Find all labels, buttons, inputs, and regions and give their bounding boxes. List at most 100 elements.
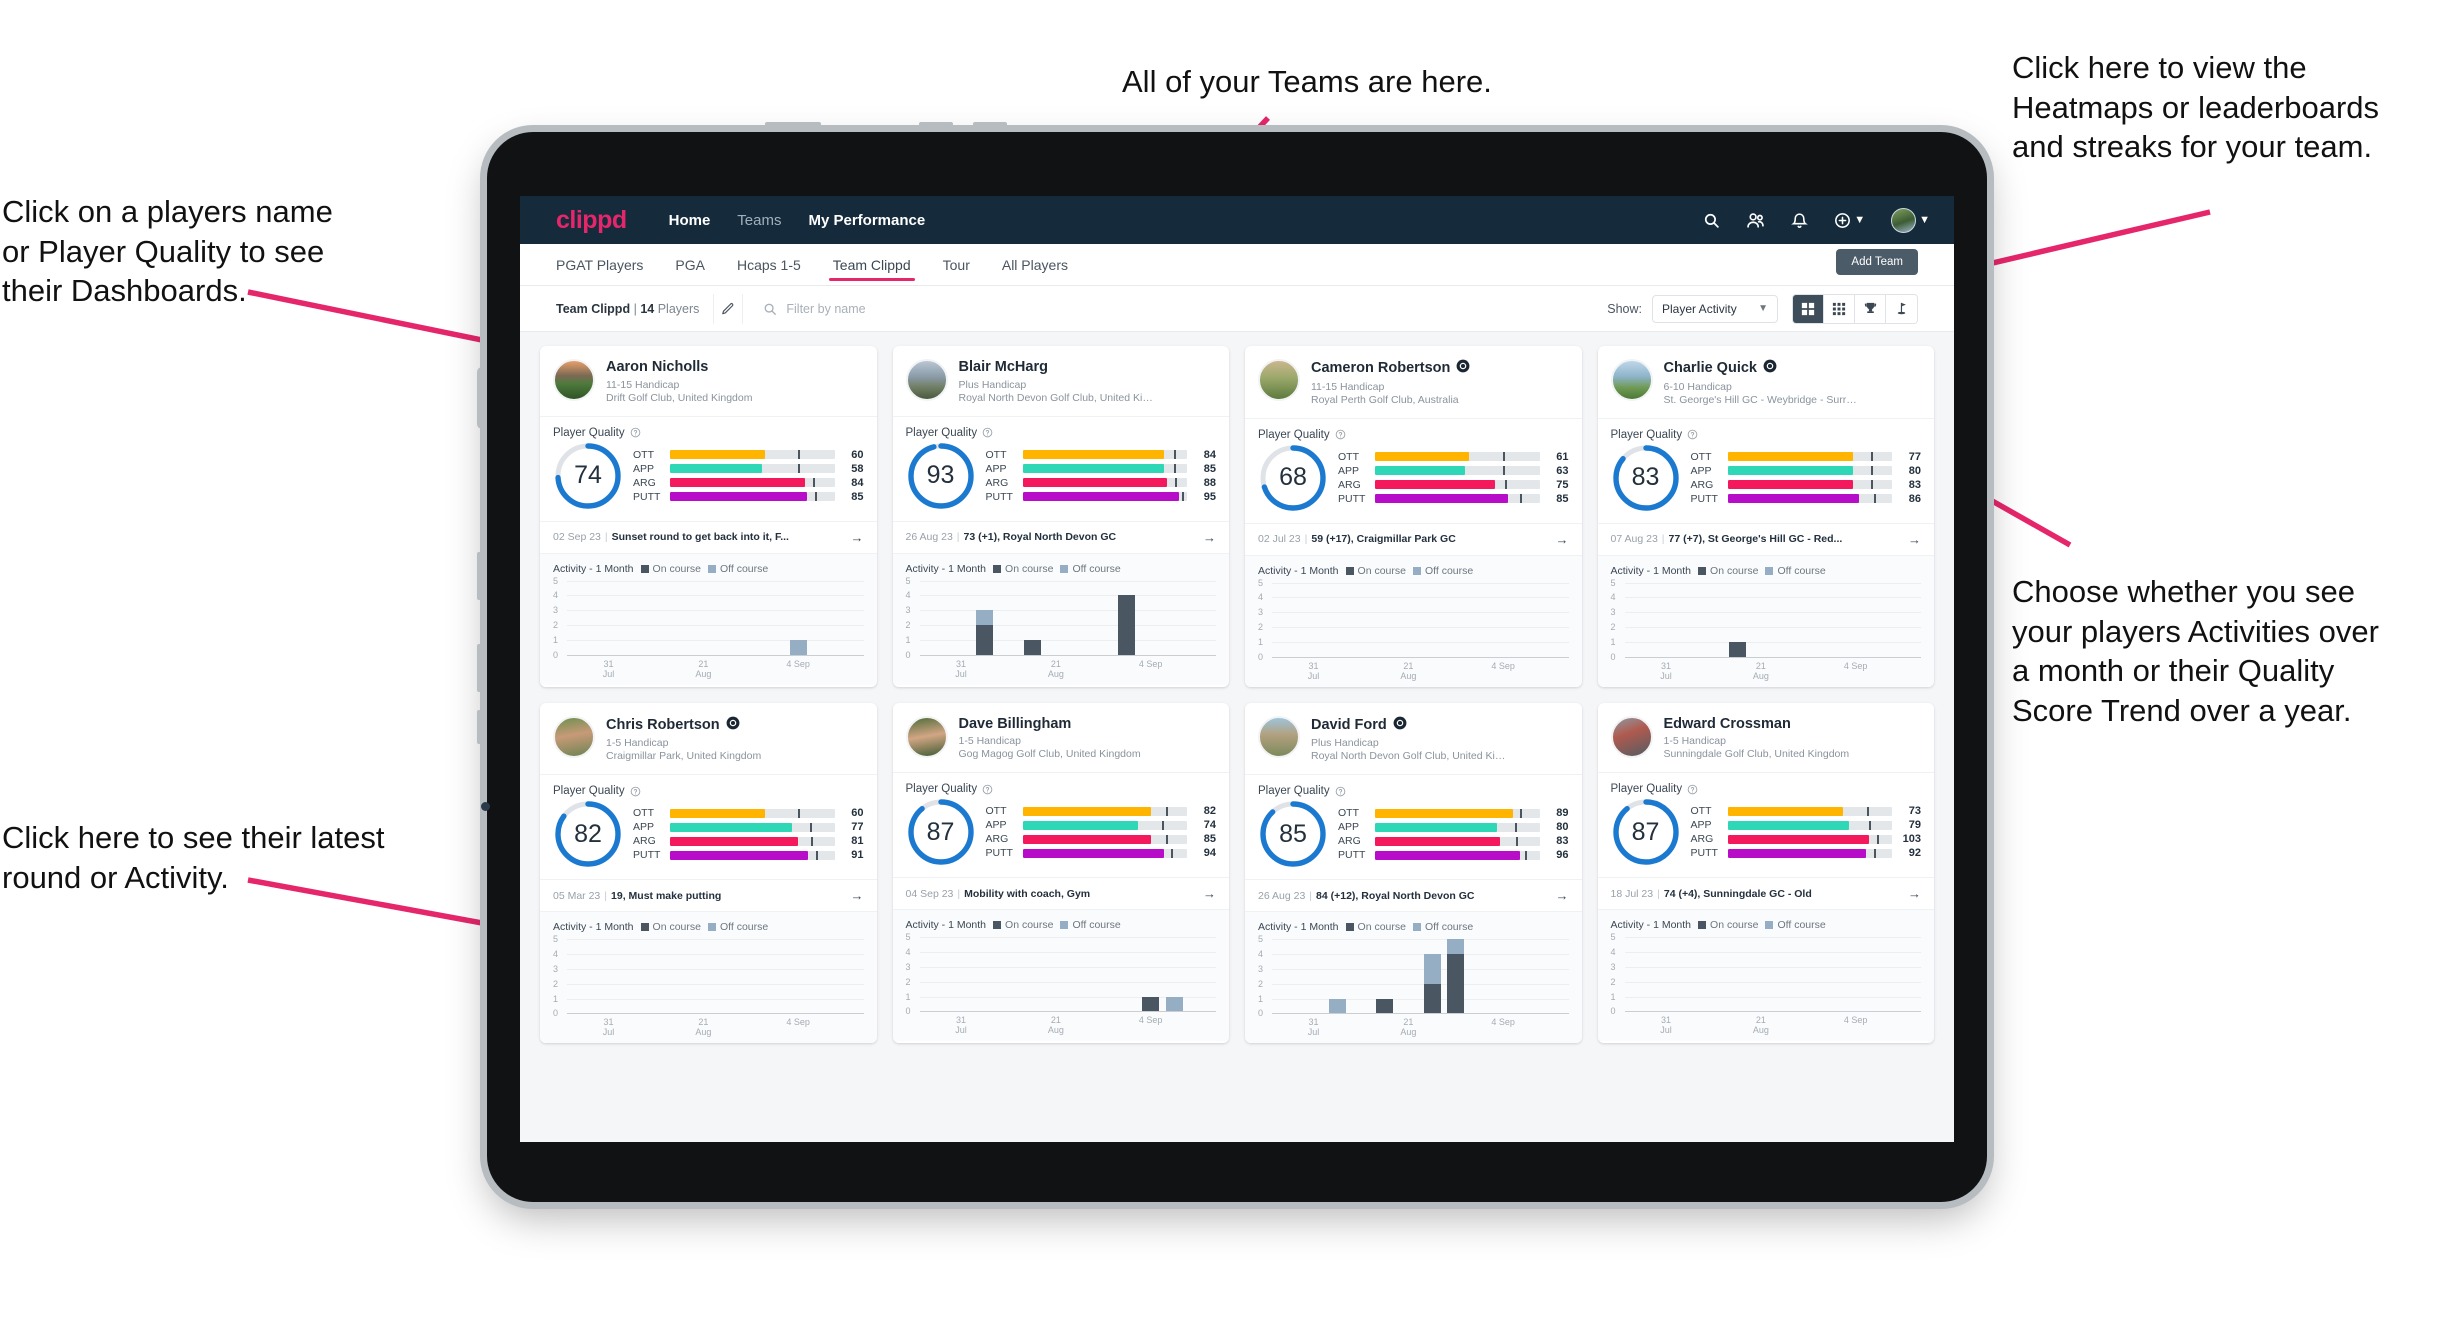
search-icon[interactable] — [1703, 212, 1720, 229]
player-card[interactable]: David Ford Plus Handicap Royal North Devon… — [1245, 702, 1582, 1044]
player-card[interactable]: Chris Robertson 1-5 Handicap Craigmillar P… — [540, 702, 877, 1044]
latest-activity-row[interactable]: 05 Mar 23 | 19, Must make putting → — [540, 879, 877, 912]
avatar-chevron-down-icon[interactable]: ▼ — [1919, 214, 1930, 226]
player-avatar[interactable] — [553, 359, 595, 401]
player-header[interactable]: Charlie Quick 6-10 Handicap St. George's H… — [1598, 346, 1935, 418]
player-name[interactable]: Cameron Robertson — [1311, 359, 1470, 378]
nav-link-teams[interactable]: Teams — [737, 212, 781, 229]
player-avatar[interactable] — [1258, 359, 1300, 401]
player-card[interactable]: Aaron Nicholls 11-15 Handicap Drift Golf C… — [540, 346, 877, 687]
clippd-logo[interactable]: clippd — [556, 206, 627, 235]
people-icon[interactable] — [1746, 211, 1765, 230]
player-quality-section[interactable]: Player Quality 85 OTT 89 APP 80 ARG 83 PUTT 96 — [1245, 774, 1582, 879]
player-name[interactable]: Aaron Nicholls — [606, 359, 752, 376]
side-button-3[interactable] — [477, 710, 487, 744]
player-header[interactable]: Cameron Robertson 11-15 Handicap Royal Per… — [1245, 346, 1582, 418]
arrow-right-icon[interactable]: → — [1556, 532, 1569, 547]
metric-label: ARG — [633, 476, 656, 489]
arrow-right-icon[interactable]: → — [1908, 886, 1921, 901]
player-header[interactable]: David Ford Plus Handicap Royal North Devon… — [1245, 703, 1582, 775]
player-header[interactable]: Chris Robertson 1-5 Handicap Craigmillar P… — [540, 703, 877, 775]
latest-activity-row[interactable]: 04 Sep 23 | Mobility with coach, Gym → — [892, 877, 1229, 910]
tab-team-clippd[interactable]: Team Clippd — [828, 244, 915, 286]
arrow-right-icon[interactable]: → — [1203, 530, 1216, 545]
metric-label: PUTT — [1338, 849, 1366, 862]
player-quality-section[interactable]: Player Quality 83 OTT 77 APP 80 ARG 83 PUTT 86 — [1597, 417, 1934, 523]
side-button-1[interactable] — [477, 552, 487, 600]
player-quality-section[interactable]: Player Quality 68 OTT 61 APP 63 ARG 75 PUTT 85 — [1245, 417, 1582, 523]
volume-down-button[interactable] — [973, 122, 1007, 132]
player-card[interactable]: Edward Crossman 1-5 Handicap Sunningdale G… — [1597, 702, 1935, 1044]
metric-value: 85 — [1203, 833, 1216, 846]
search-input[interactable]: Filter by name — [757, 294, 1607, 324]
player-header[interactable]: Aaron Nicholls 11-15 Handicap Drift Golf C… — [540, 346, 877, 416]
nav-link-my-performance[interactable]: My Performance — [808, 212, 925, 229]
latest-activity-row[interactable]: 07 Aug 23 | 77 (+7), St George's Hill GC -… — [1597, 522, 1934, 555]
latest-activity-row[interactable]: 02 Sep 23 | Sunset round to get back into … — [540, 520, 877, 553]
player-card[interactable]: Cameron Robertson 11-15 Handicap Royal Per… — [1245, 346, 1582, 687]
tab-tour[interactable]: Tour — [943, 244, 970, 286]
player-quality-section[interactable]: Player Quality 93 OTT 84 APP 85 ARG 88 PUTT 95 — [892, 415, 1229, 521]
player-avatar[interactable] — [905, 359, 948, 401]
nav-link-home[interactable]: Home — [669, 212, 711, 229]
player-avatar[interactable] — [553, 715, 595, 758]
plus-circle-icon[interactable]: ▼ — [1834, 212, 1865, 229]
side-button-2[interactable] — [477, 644, 487, 692]
latest-activity-row[interactable]: 26 Aug 23 | 84 (+12), Royal North Devon GC… — [1245, 879, 1582, 912]
player-card[interactable]: Dave Billingham 1-5 Handicap Gog Magog Gol… — [892, 702, 1230, 1044]
player-quality-section[interactable]: Player Quality 82 OTT 60 APP 77 ARG 81 PUTT 91 — [540, 774, 877, 879]
metric-row: APP 63 — [1338, 465, 1569, 477]
bell-icon[interactable] — [1791, 212, 1809, 229]
player-card[interactable]: Charlie Quick 6-10 Handicap St. George's H… — [1597, 346, 1935, 687]
player-quality-section[interactable]: Player Quality 87 OTT 82 APP 74 ARG 85 PUTT 94 — [892, 772, 1229, 877]
player-header[interactable]: Dave Billingham 1-5 Handicap Gog Magog Gol… — [893, 703, 1230, 773]
avatar[interactable]: ▼ — [1891, 207, 1930, 233]
metric-label: PUTT — [633, 849, 661, 862]
player-name[interactable]: Charlie Quick — [1664, 359, 1860, 378]
player-name[interactable]: David Ford — [1311, 716, 1507, 735]
power-button[interactable] — [765, 122, 821, 132]
pencil-icon[interactable] — [713, 293, 744, 324]
show-select[interactable]: Player Activity ▼ — [1652, 294, 1778, 323]
trophy-icon[interactable] — [1855, 294, 1886, 323]
player-avatar[interactable] — [1610, 359, 1653, 401]
show-label: Show: — [1607, 301, 1642, 316]
player-header[interactable]: Blair McHarg Plus Handicap Royal North Dev… — [893, 346, 1230, 416]
quality-ring: 87 — [1611, 797, 1681, 867]
player-name[interactable]: Edward Crossman — [1664, 716, 1850, 733]
player-name[interactable]: Dave Billingham — [959, 716, 1141, 733]
player-quality-section[interactable]: Player Quality 87 OTT 73 APP 79 ARG 103 PUTT 92 — [1597, 772, 1934, 877]
chevron-down-icon[interactable]: ▼ — [1854, 214, 1865, 226]
player-avatar[interactable] — [905, 715, 948, 758]
arrow-right-icon[interactable]: → — [1203, 886, 1216, 901]
arrow-right-icon[interactable]: → — [1556, 888, 1569, 903]
latest-activity-row[interactable]: 18 Jul 23 | 74 (+4), Sunningdale GC - Old → — [1597, 877, 1934, 910]
legend-on-course: On course — [1345, 565, 1406, 577]
player-avatar[interactable] — [1610, 715, 1653, 758]
tab-pga[interactable]: PGA — [675, 244, 705, 286]
activity-chart-xaxis: 31 Jul 21 Aug 4 Sep — [955, 658, 1163, 679]
latest-activity-row[interactable]: 02 Jul 23 | 59 (+17), Craigmillar Park GC → — [1245, 522, 1582, 555]
arrow-right-icon[interactable]: → — [1908, 532, 1921, 547]
arrow-right-icon[interactable]: → — [851, 530, 864, 545]
volume-up-button[interactable] — [919, 122, 953, 132]
player-card[interactable]: Blair McHarg Plus Handicap Royal North Dev… — [892, 346, 1230, 687]
tab-all-players[interactable]: All Players — [1002, 244, 1068, 286]
arrow-right-icon[interactable]: → — [851, 888, 864, 903]
grid-small-icon[interactable] — [1824, 294, 1855, 323]
flag-icon[interactable] — [1886, 294, 1917, 323]
add-team-button[interactable]: Add Team — [1836, 249, 1918, 275]
player-name[interactable]: Blair McHarg — [959, 359, 1155, 376]
grid-large-icon[interactable] — [1793, 294, 1824, 323]
metric-label: OTT — [1338, 807, 1359, 820]
tab-pgat-players[interactable]: PGAT Players — [556, 244, 643, 286]
metric-value: 77 — [1908, 450, 1921, 463]
screenshot-root: All of your Teams are here. Click on a p… — [0, 0, 2452, 1319]
metric-bar — [1375, 480, 1540, 490]
player-quality-section[interactable]: Player Quality 74 OTT 60 APP 58 ARG 84 PUTT 85 — [540, 415, 877, 521]
latest-activity-row[interactable]: 26 Aug 23 | 73 (+1), Royal North Devon GC → — [892, 520, 1229, 553]
player-name[interactable]: Chris Robertson — [606, 716, 761, 735]
tab-hcaps-1-5[interactable]: Hcaps 1-5 — [737, 244, 801, 286]
player-avatar[interactable] — [1258, 715, 1300, 758]
player-header[interactable]: Edward Crossman 1-5 Handicap Sunningdale G… — [1598, 703, 1935, 773]
